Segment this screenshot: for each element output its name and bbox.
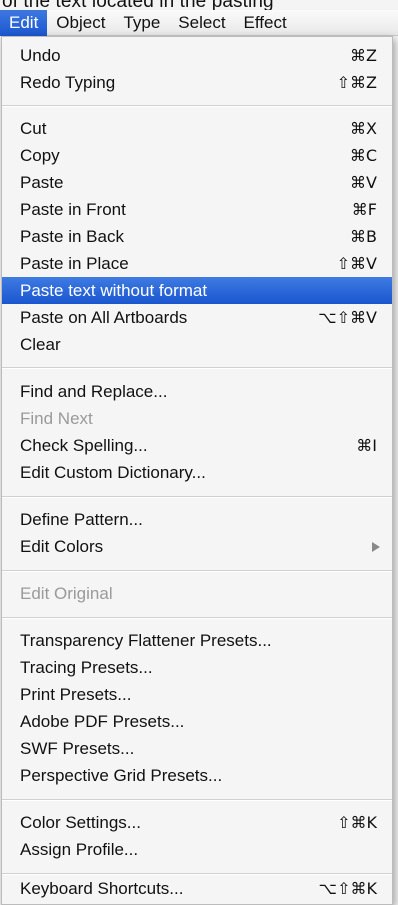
menu-item-shortcut: ⌘X (350, 119, 377, 138)
menu-item-paste-in-back[interactable]: Paste in Back ⌘B (2, 223, 392, 250)
menu-item-label: Define Pattern... (20, 510, 143, 529)
menu-item-label: Keyboard Shortcuts... (20, 879, 184, 898)
menu-item-paste-text-without-format[interactable]: Paste text without format (2, 277, 392, 304)
menu-item-label: Paste in Front (20, 200, 126, 219)
menu-item-label: Perspective Grid Presets... (20, 766, 223, 785)
menu-select[interactable]: Select (169, 10, 234, 36)
menu-item-label: Redo Typing (20, 73, 116, 92)
menu-item-label: Paste in Back (20, 227, 124, 246)
menu-item-shortcut: ⇧⌘K (337, 813, 377, 832)
menu-item-label: Assign Profile... (20, 840, 139, 859)
menu-item-label: Paste text without format (20, 281, 208, 300)
menu-item-label: Clear (20, 335, 61, 354)
menu-item-label: SWF Presets... (20, 739, 135, 758)
menu-item-paste-in-front[interactable]: Paste in Front ⌘F (2, 196, 392, 223)
menu-item-adobe-pdf-presets[interactable]: Adobe PDF Presets... (2, 708, 392, 735)
menu-item-check-spelling[interactable]: Check Spelling... ⌘I (2, 432, 392, 459)
menu-separator (2, 105, 392, 107)
menu-edit[interactable]: Edit (0, 9, 48, 36)
menu-item-shortcut: ⌘V (350, 173, 377, 192)
menu-item-label: Paste on All Artboards (20, 308, 188, 327)
menu-item-find-next[interactable]: Find Next (2, 405, 392, 432)
menu-separator (2, 570, 392, 572)
menu-item-label: Print Presets... (20, 685, 132, 704)
menu-item-paste-in-place[interactable]: Paste in Place ⇧⌘V (2, 250, 392, 277)
menu-item-shortcut: ⌘F (351, 200, 377, 219)
menu-separator (2, 496, 392, 498)
menu-item-redo-typing[interactable]: Redo Typing ⇧⌘Z (2, 69, 392, 96)
menu-item-shortcut: ⌥⇧⌘V (318, 308, 377, 327)
screenshot-root: of the text located in the pasting Edit … (0, 0, 398, 905)
menu-item-label: Undo (20, 46, 61, 65)
menu-item-label: Paste (20, 173, 64, 192)
menu-item-edit-custom-dictionary[interactable]: Edit Custom Dictionary... (2, 459, 392, 486)
menu-item-label: Adobe PDF Presets... (20, 712, 185, 731)
menu-item-label: Transparency Flattener Presets... (20, 631, 272, 650)
menu-item-label: Cut (20, 119, 47, 138)
menu-item-find-and-replace[interactable]: Find and Replace... (2, 378, 392, 405)
menu-separator (2, 617, 392, 619)
menu-item-label: Check Spelling... (20, 436, 148, 455)
menu-item-color-settings[interactable]: Color Settings... ⇧⌘K (2, 809, 392, 836)
menu-item-undo[interactable]: Undo ⌘Z (2, 42, 392, 69)
menu-item-clear[interactable]: Clear (2, 331, 392, 358)
menu-item-label: Edit Custom Dictionary... (20, 463, 206, 482)
menu-bar: Edit Object Type Select Effect (0, 9, 398, 36)
menu-effect[interactable]: Effect (235, 10, 296, 36)
menu-item-perspective-grid-presets[interactable]: Perspective Grid Presets... (2, 762, 392, 789)
menu-separator (2, 367, 392, 369)
menu-item-copy[interactable]: Copy ⌘C (2, 142, 392, 169)
menu-item-shortcut: ⇧⌘Z (336, 73, 377, 92)
menu-type[interactable]: Type (114, 10, 169, 36)
menu-object[interactable]: Object (47, 10, 114, 36)
menu-item-paste-on-all-artboards[interactable]: Paste on All Artboards ⌥⇧⌘V (2, 304, 392, 331)
menu-item-label: Edit Original (20, 584, 113, 603)
menu-item-label: Copy (20, 146, 60, 165)
menu-item-label: Color Settings... (20, 813, 141, 832)
menu-item-label: Edit Colors (20, 537, 104, 556)
menu-item-shortcut: ⇧⌘V (336, 254, 377, 273)
menu-item-paste[interactable]: Paste ⌘V (2, 169, 392, 196)
menu-item-edit-colors[interactable]: Edit Colors (2, 533, 392, 560)
menu-item-shortcut: ⌘Z (350, 46, 377, 65)
menu-item-shortcut: ⌘B (350, 227, 377, 246)
menu-item-transparency-flattener-presets[interactable]: Transparency Flattener Presets... (2, 627, 392, 654)
menu-item-edit-original[interactable]: Edit Original (2, 580, 392, 607)
menu-item-swf-presets[interactable]: SWF Presets... (2, 735, 392, 762)
menu-item-define-pattern[interactable]: Define Pattern... (2, 506, 392, 533)
menu-item-print-presets[interactable]: Print Presets... (2, 681, 392, 708)
menu-item-tracing-presets[interactable]: Tracing Presets... (2, 654, 392, 681)
menu-separator (2, 799, 392, 801)
menu-item-shortcut: ⌘I (356, 436, 377, 455)
menu-item-assign-profile[interactable]: Assign Profile... (2, 836, 392, 863)
edit-menu-dropdown: Undo ⌘Z Redo Typing ⇧⌘Z Cut ⌘X Copy ⌘C Paste… (1, 36, 393, 905)
menu-item-shortcut: ⌘C (349, 146, 377, 165)
menu-item-label: Paste in Place (20, 254, 129, 273)
menu-item-label: Find and Replace... (20, 382, 168, 401)
menu-item-shortcut: ⌥⇧⌘K (318, 879, 377, 898)
menu-item-label: Find Next (20, 409, 93, 428)
menu-item-keyboard-shortcuts[interactable]: Keyboard Shortcuts... ⌥⇧⌘K (2, 875, 392, 902)
menu-item-label: Tracing Presets... (20, 658, 153, 677)
submenu-arrow-icon (372, 542, 380, 552)
menu-item-cut[interactable]: Cut ⌘X (2, 115, 392, 142)
